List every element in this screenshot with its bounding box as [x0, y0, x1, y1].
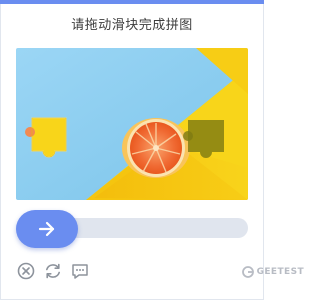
brand-logo: GEETEST — [241, 263, 304, 281]
feedback-button[interactable] — [70, 261, 90, 281]
refresh-button[interactable] — [43, 261, 63, 281]
orange-slice — [122, 118, 190, 178]
brand-name: GEETEST — [256, 267, 304, 277]
geetest-logo-icon — [241, 266, 254, 278]
captcha-title: 请拖动滑块完成拼图 — [71, 18, 193, 33]
feedback-icon — [72, 264, 88, 279]
close-button[interactable] — [16, 261, 36, 281]
refresh-icon — [46, 263, 60, 279]
top-accent-stripe — [0, 0, 264, 4]
puzzle-image — [16, 48, 248, 200]
close-icon — [17, 262, 35, 280]
slider-handle[interactable] — [16, 210, 78, 248]
arrow-right-icon — [38, 221, 55, 237]
